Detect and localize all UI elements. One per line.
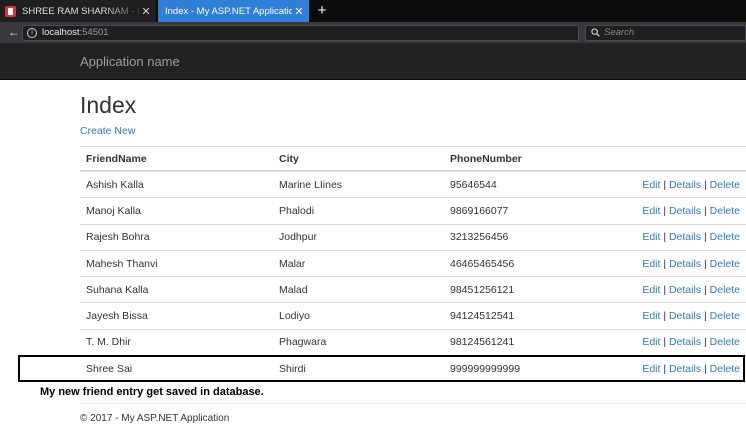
separator: | — [660, 178, 669, 191]
cell-phonenumber: 98451256121 — [450, 283, 515, 296]
cell-friendname: Jayesh Bissa — [86, 310, 148, 323]
cell-phonenumber: 3213256456 — [450, 231, 509, 244]
row-actions: Edit | Details | Delete — [642, 179, 740, 191]
edit-link[interactable]: Edit — [642, 205, 660, 217]
cell-friendname: Suhana Kalla — [86, 283, 149, 296]
cell-friendname: Ashish Kalla — [86, 178, 144, 191]
table-row: Jayesh Bissa Lodiyo 94124512541 Edit | Deta… — [80, 303, 746, 330]
site-favicon-icon — [5, 5, 16, 17]
details-link[interactable]: Details — [669, 310, 701, 322]
separator: | — [660, 283, 669, 296]
highlight-box — [18, 355, 745, 382]
info-icon[interactable]: i — [27, 28, 37, 38]
footer-text: © 2017 - My ASP.NET Application — [80, 413, 230, 424]
cell-phonenumber: 98124561241 — [450, 336, 515, 349]
url-port: :54501 — [79, 27, 109, 38]
url-text: localhost:54501 — [42, 27, 109, 38]
delete-link[interactable]: Delete — [710, 231, 740, 243]
table-row: Rajesh Bohra Jodhpur 3213256456 Edit | Deta… — [80, 225, 746, 251]
table-row: Ashish Kalla Marine LIines 95646544 Edit | … — [80, 172, 746, 199]
details-link[interactable]: Details — [669, 205, 701, 217]
cell-phonenumber: 9869166077 — [450, 204, 509, 217]
cell-phonenumber: 94124512541 — [450, 310, 515, 323]
url-bar[interactable]: i localhost:54501 ↻ — [22, 25, 596, 43]
edit-link[interactable]: Edit — [642, 284, 660, 296]
row-actions: Edit | Details | Delete — [642, 205, 740, 217]
browser-tab-strip: SHREE RAM SHARNAM - Int ✕ Index - My ASP… — [0, 0, 746, 22]
cell-city: Malad — [279, 283, 308, 296]
separator: | — [660, 310, 669, 323]
delete-link[interactable]: Delete — [710, 284, 740, 296]
cell-friendname: Rajesh Bohra — [86, 231, 150, 244]
cell-city: Jodhpur — [279, 231, 317, 244]
table-row: Suhana Kalla Malad 98451256121 Edit | Detai… — [80, 277, 746, 304]
separator: | — [660, 204, 669, 217]
search-placeholder: Search — [604, 27, 635, 38]
details-link[interactable]: Details — [669, 179, 701, 191]
cell-phonenumber: 95646544 — [450, 178, 497, 191]
cell-city: Malar — [279, 257, 306, 270]
browser-toolbar: ← i localhost:54501 ↻ Search — [0, 22, 746, 43]
edit-link[interactable]: Edit — [642, 231, 660, 243]
column-header-phonenumber: PhoneNumber — [450, 152, 522, 165]
search-icon — [591, 28, 600, 37]
browser-tab-1[interactable]: SHREE RAM SHARNAM - Int ✕ — [0, 0, 156, 22]
cell-city: Phagwara — [279, 336, 327, 349]
cell-phonenumber: 46465465456 — [450, 257, 515, 270]
separator: | — [660, 336, 669, 349]
row-actions: Edit | Details | Delete — [642, 284, 740, 296]
delete-link[interactable]: Delete — [710, 310, 740, 322]
new-tab-button[interactable]: + — [315, 2, 329, 20]
row-actions: Edit | Details | Delete — [642, 258, 740, 270]
close-icon[interactable]: ✕ — [292, 5, 306, 18]
close-icon[interactable]: ✕ — [139, 5, 153, 18]
tab-title: Index - My ASP.NET Application — [165, 5, 292, 17]
footer-divider — [80, 403, 746, 404]
back-arrow-icon[interactable]: ← — [7, 24, 21, 40]
details-link[interactable]: Details — [669, 336, 701, 348]
row-actions: Edit | Details | Delete — [642, 231, 740, 243]
delete-link[interactable]: Delete — [710, 179, 740, 191]
delete-link[interactable]: Delete — [710, 336, 740, 348]
app-navbar: Application name — [0, 43, 746, 80]
table-body: Ashish Kalla Marine LIines 95646544 Edit | … — [80, 172, 746, 383]
edit-link[interactable]: Edit — [642, 310, 660, 322]
details-link[interactable]: Details — [669, 258, 701, 270]
edit-link[interactable]: Edit — [642, 258, 660, 270]
table-header-row: FriendName City PhoneNumber — [80, 147, 746, 172]
details-link[interactable]: Details — [669, 284, 701, 296]
row-actions: Edit | Details | Delete — [642, 336, 740, 348]
cell-city: Lodiyo — [279, 310, 310, 323]
page-title: Index — [80, 92, 137, 118]
column-header-friendname: FriendName — [86, 152, 147, 165]
annotation-text: My new friend entry get saved in databas… — [40, 386, 264, 398]
separator: | — [660, 257, 669, 270]
cell-city: Phalodi — [279, 204, 315, 217]
separator: | — [660, 231, 669, 244]
delete-link[interactable]: Delete — [710, 205, 740, 217]
url-host: localhost — [42, 27, 80, 38]
cell-friendname: T. M. Dhir — [86, 336, 131, 349]
create-new-link[interactable]: Create New — [80, 125, 135, 137]
details-link[interactable]: Details — [669, 231, 701, 243]
row-actions: Edit | Details | Delete — [642, 310, 740, 322]
edit-link[interactable]: Edit — [642, 179, 660, 191]
search-input[interactable]: Search — [585, 25, 746, 41]
cell-friendname: Manoj Kalla — [86, 204, 141, 217]
edit-link[interactable]: Edit — [642, 336, 660, 348]
table-row: T. M. Dhir Phagwara 98124561241 Edit | Deta… — [80, 330, 746, 357]
table-row: Mahesh Thanvi Malar 46465465456 Edit | Deta… — [80, 251, 746, 278]
table-row: Manoj Kalla Phalodi 9869166077 Edit | Detai… — [80, 198, 746, 225]
delete-link[interactable]: Delete — [710, 258, 740, 270]
browser-tab-2-active[interactable]: Index - My ASP.NET Application ✕ — [158, 0, 309, 22]
friends-table: FriendName City PhoneNumber Ashish Kalla… — [80, 146, 746, 383]
column-header-city: City — [279, 152, 299, 165]
cell-friendname: Mahesh Thanvi — [86, 257, 158, 270]
tab-title: SHREE RAM SHARNAM - Int — [22, 5, 139, 17]
cell-city: Marine LIines — [279, 178, 343, 191]
brand-link[interactable]: Application name — [80, 54, 180, 69]
